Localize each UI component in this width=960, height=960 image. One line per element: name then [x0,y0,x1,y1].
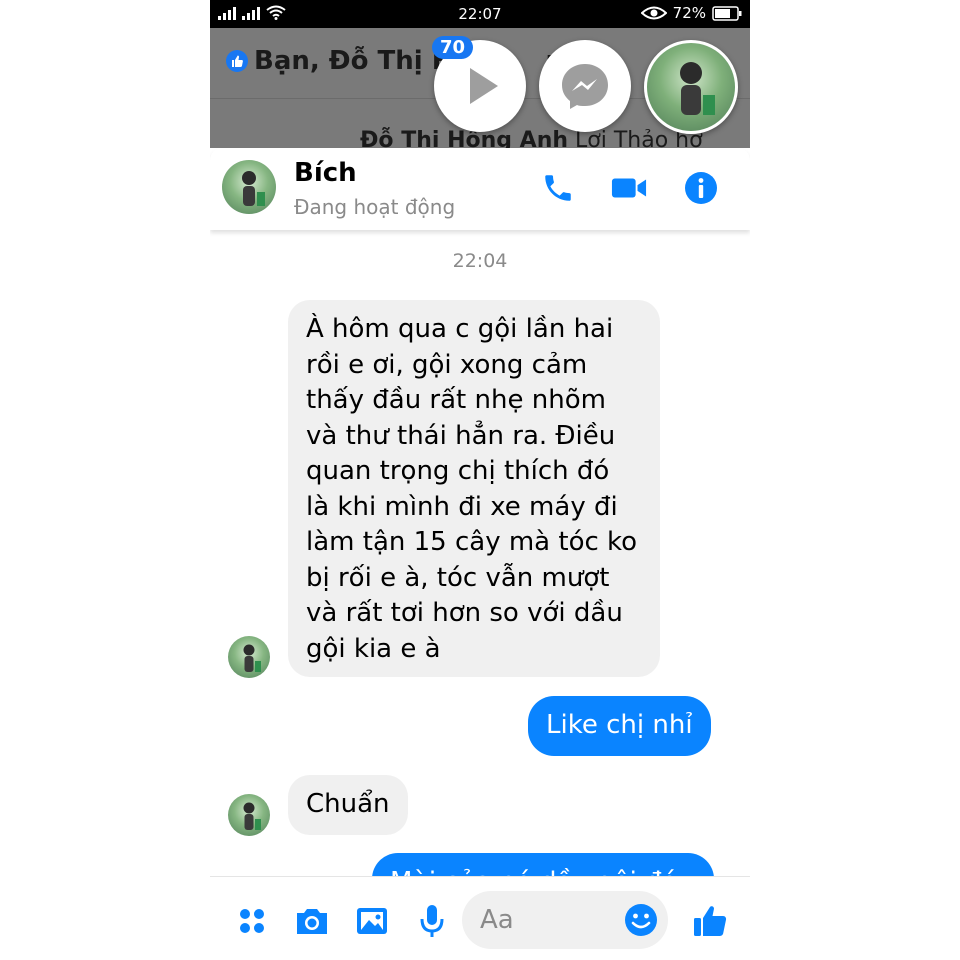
contact-name[interactable]: Bích [294,158,357,188]
avatar[interactable] [222,160,276,214]
gallery-button[interactable] [352,901,392,941]
message-line: bị rối e à, tóc vẫn mượt [306,562,610,593]
emoji-icon[interactable] [624,903,658,937]
video-call-button[interactable] [611,170,647,206]
camera-icon [297,909,327,934]
sender-avatar[interactable] [228,794,270,836]
status-bar: 22:07 72% [210,0,750,28]
thumbs-up-icon [694,906,727,936]
background-chat-title-text: Bạn, Đỗ Thị H [254,46,454,76]
status-right: 72% [640,4,742,22]
like-button[interactable] [690,901,730,941]
more-actions-button[interactable] [232,901,272,941]
phone-icon [545,175,571,201]
info-icon [685,172,717,204]
message-line: là khi mình đi xe máy đi [306,491,618,522]
incoming-message[interactable]: Chuẩn [288,775,408,835]
avatar-photo [243,644,261,672]
messenger-icon [562,64,608,109]
image-icon [357,908,387,934]
messenger-screen: 22:07 72% Bạn, Đỗ Thị H nh Đỗ Thị Hồng A… [210,0,750,960]
menu-dots-icon [240,909,264,933]
call-button[interactable] [540,170,576,206]
message-composer: Aa [210,876,750,960]
unread-badge: 70 [432,36,474,59]
outgoing-message[interactable]: Like chị nhỉ [528,696,711,756]
message-line: À hôm qua c gội lần hai [306,314,614,344]
message-timestamp: 22:04 [452,250,508,272]
avatar-photo [242,171,265,206]
eye-icon [640,6,667,20]
message-line: và rất tơi hơn so với dầu [306,598,623,628]
message-placeholder: Aa [480,905,514,935]
voice-button[interactable] [412,901,452,941]
thumbs-up-badge-icon [226,50,248,72]
message-line: rồi e ơi, gội xong cảm [306,349,588,380]
message-line: và thư thái hẳn ra. Điều [306,420,616,451]
message-line: gội kia e à [306,633,441,664]
chat-header: Bích Đang hoạt động [210,148,750,230]
messenger-chat-head[interactable] [539,40,631,132]
video-icon [611,178,647,198]
contact-photo [680,62,715,115]
battery-icon [712,5,742,21]
battery-percent: 72% [672,4,706,22]
info-button[interactable] [683,170,719,206]
incoming-message[interactable]: À hôm qua c gội lần hai rồi e ơi, gội xo… [288,300,660,677]
background-chat-title: Bạn, Đỗ Thị H nh [226,46,583,76]
message-line: quan trọng chị thích đó [306,456,610,486]
message-line: làm tận 15 cây mà tóc ko [306,527,638,557]
message-input[interactable]: Aa [462,891,668,949]
camera-button[interactable] [292,901,332,941]
avatar-photo [243,802,261,830]
message-line: thấy đầu rất nhẹ nhõm [306,385,606,415]
active-status: Đang hoạt động [294,195,456,219]
microphone-icon [420,905,444,937]
contact-chat-head[interactable] [644,40,738,134]
sender-avatar[interactable] [228,636,270,678]
